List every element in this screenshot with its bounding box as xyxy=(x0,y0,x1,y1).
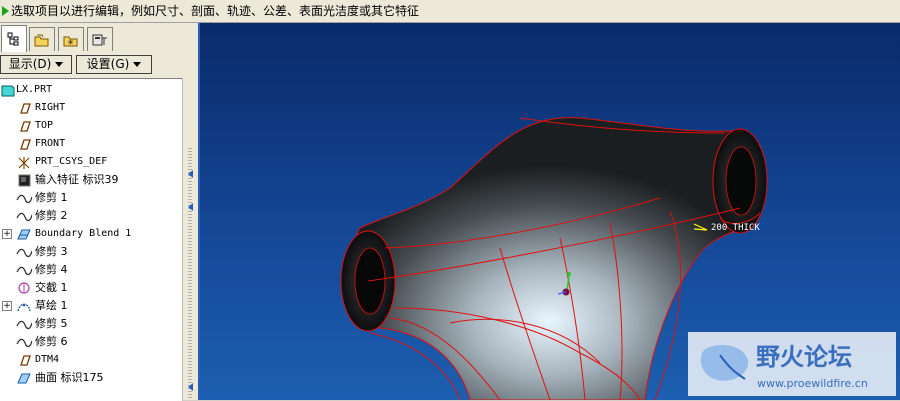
watermark-title: 野火论坛 xyxy=(756,343,852,371)
sketch-icon xyxy=(17,303,31,312)
svg-text:✳: ✳ xyxy=(67,38,74,47)
tree-item[interactable]: DTM4 xyxy=(0,351,182,369)
tab-favorites[interactable]: ✳ xyxy=(58,27,84,51)
message-text: 选取项目以进行编辑，例如尺寸、剖面、轨迹、公差、表面光洁度或其它特征 xyxy=(11,4,420,18)
tab-folder-browser[interactable] xyxy=(29,27,55,51)
tree-item[interactable]: TOP xyxy=(0,117,182,135)
trim-curve-icon xyxy=(16,212,32,222)
tree-item-label: 修剪 3 xyxy=(35,245,68,258)
tree-item[interactable]: PRT_CSYS_DEF xyxy=(0,153,182,171)
tree-scrollbar[interactable] xyxy=(183,78,197,400)
tab-connections[interactable] xyxy=(87,27,113,51)
collapse-left-arrow-icon[interactable] xyxy=(188,203,193,211)
show-dropdown-label: 显示(D) xyxy=(8,57,52,71)
tree-item[interactable]: RIGHT xyxy=(0,99,182,117)
tree-item-label: 修剪 5 xyxy=(35,317,68,330)
navigator-toolbar: 显示(D) 设置(G) xyxy=(0,55,198,75)
tree-item[interactable]: 修剪 6 xyxy=(0,333,182,351)
navigator-panel: ✳ 显示(D) 设置(G) LX.PRT RIGHT TOP FRONT PRT… xyxy=(0,23,198,401)
forum-watermark: 野火论坛 www.proewildfire.cn xyxy=(688,332,896,396)
datum-plane-icon xyxy=(20,103,31,114)
surface-icon xyxy=(17,373,31,384)
tree-item-label: 交截 1 xyxy=(35,281,68,294)
tree-item-label: TOP xyxy=(35,120,54,131)
tab-model-tree[interactable] xyxy=(1,25,27,52)
datum-plane-icon xyxy=(20,139,31,150)
message-arrow-icon xyxy=(2,6,9,16)
message-bar: 选取项目以进行编辑，例如尺寸、剖面、轨迹、公差、表面光洁度或其它特征 xyxy=(0,0,900,23)
scrollbar-grip[interactable] xyxy=(188,148,192,398)
trim-curve-icon xyxy=(16,320,32,330)
chevron-down-icon xyxy=(55,62,64,67)
watermark-url: www.proewildfire.cn xyxy=(757,377,868,390)
tree-item-label: Boundary Blend 1 xyxy=(35,228,132,239)
model-tree: LX.PRT RIGHT TOP FRONT PRT_CSYS_DEF 输入特征… xyxy=(0,78,183,401)
part-icon xyxy=(1,85,15,97)
import-feature-icon xyxy=(18,174,31,187)
tree-item[interactable]: + Boundary Blend 1 xyxy=(0,225,182,243)
settings-dropdown-label: 设置(G) xyxy=(86,57,130,71)
tree-item-label: LX.PRT xyxy=(16,84,53,95)
tree-item-label: 输入特征 标识39 xyxy=(35,173,119,186)
tree-item-label: RIGHT xyxy=(35,102,66,113)
tree-item[interactable]: 修剪 5 xyxy=(0,315,182,333)
connections-icon xyxy=(92,34,107,45)
coordinate-system-icon xyxy=(18,157,30,169)
tree-item[interactable]: LX.PRT xyxy=(0,81,182,99)
trim-curve-icon xyxy=(16,266,32,276)
chevron-down-icon xyxy=(133,62,142,67)
graphics-window[interactable]: 200 THICK 野火论坛 www.proewildfire.cn xyxy=(200,23,900,400)
tree-item[interactable]: 输入特征 标识39 xyxy=(0,171,182,189)
tree-item[interactable]: 修剪 1 xyxy=(0,189,182,207)
tree-item-label: 修剪 6 xyxy=(35,335,68,348)
tree-item[interactable]: 曲面 标识175 xyxy=(0,369,182,387)
tree-item-label: FRONT xyxy=(35,138,66,149)
collapse-left-arrow-icon[interactable] xyxy=(188,383,193,391)
tree-item[interactable]: FRONT xyxy=(0,135,182,153)
tree-item-label: 曲面 标识175 xyxy=(35,371,104,384)
annotation-text: 200 THICK xyxy=(711,223,760,233)
datum-plane-icon xyxy=(20,355,31,366)
tree-item[interactable]: 修剪 3 xyxy=(0,243,182,261)
trim-curve-icon xyxy=(16,338,32,348)
expand-toggle[interactable]: + xyxy=(2,229,12,239)
tree-item-label: PRT_CSYS_DEF xyxy=(35,156,108,167)
folder-icon xyxy=(34,34,49,46)
trim-curve-icon xyxy=(16,194,32,204)
settings-dropdown-button[interactable]: 设置(G) xyxy=(76,55,152,74)
tree-item-label: DTM4 xyxy=(35,354,60,365)
tree-item-label: 草绘 1 xyxy=(35,299,68,312)
boundary-blend-icon xyxy=(17,229,31,240)
datum-plane-icon xyxy=(20,121,31,132)
tree-item[interactable]: + 草绘 1 xyxy=(0,297,182,315)
favorites-icon: ✳ xyxy=(63,36,78,47)
tree-item[interactable]: 交截 1 xyxy=(0,279,182,297)
show-dropdown-button[interactable]: 显示(D) xyxy=(0,55,72,74)
tree-item-label: 修剪 4 xyxy=(35,263,68,276)
expand-toggle[interactable]: + xyxy=(2,301,12,311)
collapse-left-arrow-icon[interactable] xyxy=(188,170,193,178)
tree-item[interactable]: 修剪 2 xyxy=(0,207,182,225)
navigator-tabs: ✳ xyxy=(0,25,198,53)
model-tree-icon xyxy=(7,32,19,46)
trim-curve-icon xyxy=(16,248,32,258)
tree-item[interactable]: 修剪 4 xyxy=(0,261,182,279)
model-view[interactable]: 200 THICK 野火论坛 www.proewildfire.cn xyxy=(200,23,900,400)
tree-item-label: 修剪 1 xyxy=(35,191,68,204)
intersect-icon xyxy=(18,282,30,294)
tree-item-label: 修剪 2 xyxy=(35,209,68,222)
